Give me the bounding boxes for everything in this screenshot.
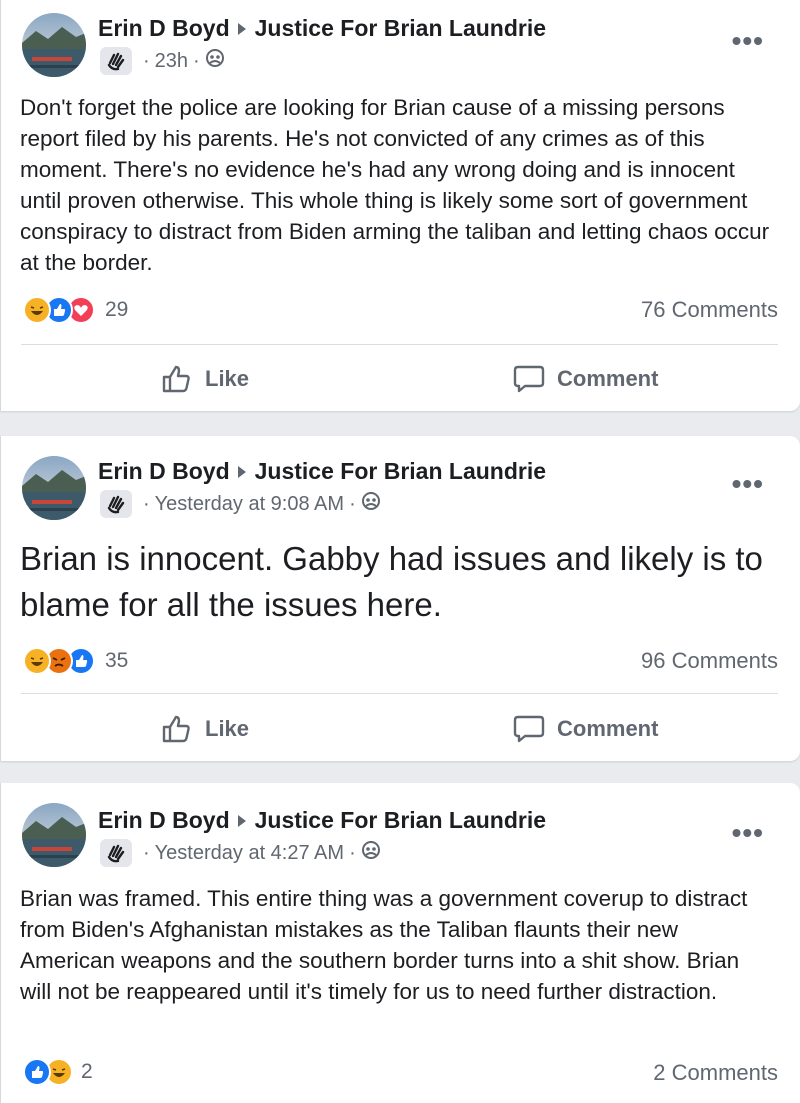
group-audience-icon bbox=[361, 491, 381, 517]
comment-button[interactable]: Comment bbox=[513, 714, 658, 744]
reaction-count: 35 bbox=[105, 649, 129, 672]
post-header: Erin D Boyd Justice For Brian Laundrie bbox=[98, 15, 546, 42]
post-timestamp[interactable]: Yesterday at 4:27 AM bbox=[155, 842, 344, 865]
comments-count[interactable]: 76 Comments bbox=[641, 297, 778, 323]
group-name[interactable]: Justice For Brian Laundrie bbox=[255, 15, 546, 42]
post-timestamp[interactable]: 23h bbox=[155, 50, 188, 73]
more-options-icon[interactable]: ••• bbox=[732, 470, 764, 498]
like-reaction-icon bbox=[23, 1058, 51, 1086]
post-card: Erin D Boyd Justice For Brian Laundrie ·… bbox=[0, 783, 800, 1103]
post-meta: · Yesterday at 4:27 AM · bbox=[100, 839, 381, 867]
post-header: Erin D Boyd Justice For Brian Laundrie bbox=[98, 458, 546, 485]
reaction-count: 29 bbox=[105, 298, 129, 321]
posted-in-arrow-icon bbox=[237, 22, 246, 35]
posted-in-arrow-icon bbox=[237, 814, 246, 827]
post-text: Brian is innocent. Gabby had issues and … bbox=[20, 540, 763, 623]
comment-label: Comment bbox=[557, 716, 659, 741]
haha-reaction-icon bbox=[23, 296, 51, 324]
more-options-icon[interactable]: ••• bbox=[732, 819, 764, 847]
post-timestamp[interactable]: Yesterday at 9:08 AM bbox=[155, 493, 344, 516]
comments-count[interactable]: 2 Comments bbox=[653, 1060, 778, 1086]
post-text: Don't forget the police are looking for … bbox=[20, 95, 770, 275]
like-button[interactable]: Like bbox=[161, 714, 249, 744]
comments-count[interactable]: 96 Comments bbox=[641, 648, 778, 674]
comment-button[interactable]: Comment bbox=[513, 364, 658, 394]
speech-bubble-icon bbox=[513, 715, 545, 743]
reaction-count: 2 bbox=[81, 1060, 93, 1083]
post-header: Erin D Boyd Justice For Brian Laundrie bbox=[98, 807, 546, 834]
avatar[interactable] bbox=[22, 13, 86, 77]
comment-label: Comment bbox=[557, 366, 659, 391]
divider bbox=[21, 693, 778, 694]
waving-hand-icon bbox=[100, 490, 132, 518]
reactions-summary[interactable]: 35 bbox=[23, 647, 128, 675]
post-meta: · Yesterday at 9:08 AM · bbox=[100, 490, 381, 518]
post-card: Erin D Boyd Justice For Brian Laundrie ·… bbox=[0, 436, 800, 761]
waving-hand-icon bbox=[100, 839, 132, 867]
group-name[interactable]: Justice For Brian Laundrie bbox=[255, 807, 546, 834]
waving-hand-icon bbox=[100, 47, 132, 75]
more-options-icon[interactable]: ••• bbox=[732, 27, 764, 55]
thumbs-up-icon bbox=[162, 715, 190, 743]
avatar[interactable] bbox=[22, 456, 86, 520]
author-name[interactable]: Erin D Boyd bbox=[98, 458, 230, 485]
divider bbox=[21, 344, 778, 345]
group-name[interactable]: Justice For Brian Laundrie bbox=[255, 458, 546, 485]
post-card: Erin D Boyd Justice For Brian Laundrie ·… bbox=[0, 0, 800, 411]
avatar[interactable] bbox=[22, 803, 86, 867]
author-name[interactable]: Erin D Boyd bbox=[98, 807, 230, 834]
group-audience-icon bbox=[205, 48, 225, 74]
author-name[interactable]: Erin D Boyd bbox=[98, 15, 230, 42]
post-text: Brian was framed. This entire thing was … bbox=[20, 886, 748, 1004]
posted-in-arrow-icon bbox=[237, 465, 246, 478]
like-button[interactable]: Like bbox=[161, 364, 249, 394]
thumbs-up-icon bbox=[162, 365, 190, 393]
reactions-summary[interactable]: 29 bbox=[23, 296, 128, 324]
reactions-summary[interactable]: 2 bbox=[23, 1058, 93, 1086]
haha-reaction-icon bbox=[23, 647, 51, 675]
post-meta: · 23h · bbox=[100, 47, 225, 75]
speech-bubble-icon bbox=[513, 365, 545, 393]
group-audience-icon bbox=[361, 840, 381, 866]
like-label: Like bbox=[205, 716, 250, 741]
like-label: Like bbox=[205, 366, 250, 391]
